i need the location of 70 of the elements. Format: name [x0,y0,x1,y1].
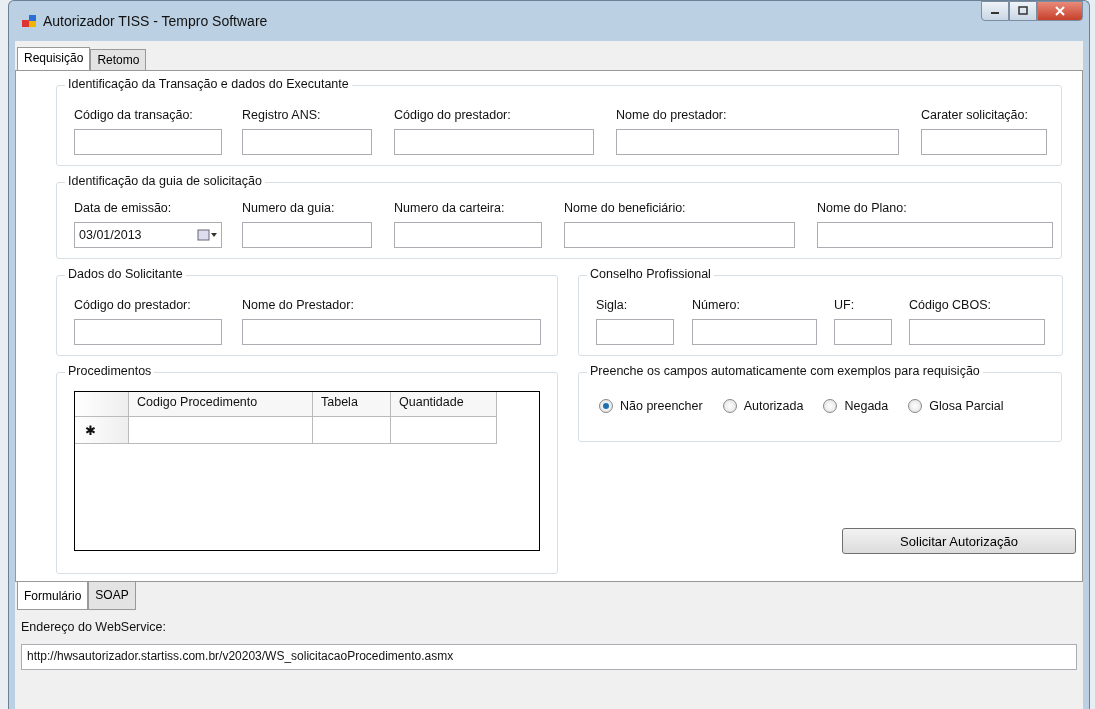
tab[interactable]: Retomo [90,49,147,70]
field-label: UF: [834,298,856,312]
input-field[interactable] [817,222,1053,248]
input-field[interactable] [242,319,541,345]
radio-label[interactable]: Autorizada [743,399,804,413]
maximize-button[interactable] [1009,1,1037,21]
window-title: Autorizador TISS - Tempro Software [43,13,268,29]
column-header[interactable]: Quantidade [391,392,497,417]
field-label: Numero da carteira: [394,201,506,215]
input-field[interactable] [394,222,542,248]
field-label: Registro ANS: [242,108,322,122]
radio-label[interactable]: Negada [844,399,889,413]
column-header[interactable]: Tabela [313,392,391,417]
field-label: Nome do prestador: [616,108,728,122]
input-field[interactable] [909,319,1045,345]
maximize-icon [1018,6,1028,16]
field-label: Número: [692,298,741,312]
group-title: Dados do Solicitante [65,267,186,281]
field-label: Código CBOS: [909,298,992,312]
group-title: Preenche os campos automaticamente com exemplos para requisição [587,364,983,378]
table-cell[interactable] [129,417,313,444]
radio-button[interactable] [823,399,838,413]
column-header[interactable]: Codigo Procedimento [129,392,313,417]
url-field[interactable]: http://hwsautorizador.startiss.com.br/v20203/WS_solicitacaoProcedimento.asmx [21,644,1077,670]
input-field[interactable] [596,319,674,345]
radio-button[interactable] [599,399,613,413]
input-field[interactable] [242,222,372,248]
minimize-button[interactable] [981,1,1009,21]
input-field[interactable] [921,129,1047,155]
input-field[interactable] [564,222,795,248]
radio-label[interactable]: Não preencher [620,399,703,413]
field-label: Numero da guia: [242,201,336,215]
date-picker[interactable]: 03/01/2013 [74,222,222,248]
calendar-icon[interactable] [197,229,219,241]
radio-button[interactable] [722,399,737,413]
group-title: Conselho Profissional [587,267,714,281]
table-cell[interactable] [391,417,497,444]
group-title: Identificação da Transação e dados do Executante [65,77,352,91]
field-label: Endereço do WebService: [21,620,167,634]
row-header [75,392,129,417]
table-cell[interactable] [313,417,391,444]
input-field[interactable] [74,129,222,155]
group-title: Procedimentos [65,364,155,378]
input-field[interactable] [242,129,372,155]
field-label: Código do prestador: [74,298,192,312]
app-icon [21,13,37,29]
new-row-marker: ✱ [85,422,96,438]
input-field[interactable] [74,319,222,345]
radio-label[interactable]: Glosa Parcial [929,399,1004,413]
data-grid[interactable]: Codigo Procedimento Tabela Quantidade ✱ [74,391,540,551]
field-label: Código do prestador: [394,108,512,122]
input-field[interactable] [692,319,817,345]
field-label: Sigla: [596,298,629,312]
field-label: Nome do Plano: [817,201,908,215]
close-icon [1054,6,1066,16]
field-label: Carater solicitação: [921,108,1029,122]
field-label: Nome do beneficiário: [564,201,687,215]
submit-button[interactable]: Solicitar Autorização [842,528,1076,554]
input-field[interactable] [834,319,892,345]
close-button[interactable] [1037,1,1083,21]
tab[interactable]: SOAP [88,582,136,610]
field-label: Código da transação: [74,108,194,122]
radio-button[interactable] [908,399,923,413]
input-field[interactable] [394,129,594,155]
tab[interactable]: Formulário [17,582,89,610]
tab[interactable]: Requisição [17,47,91,70]
input-field[interactable] [616,129,899,155]
field-label: Nome do Prestador: [242,298,355,312]
field-label: Data de emissão: [74,201,173,215]
group-title: Identificação da guia de solicitação [65,174,265,188]
